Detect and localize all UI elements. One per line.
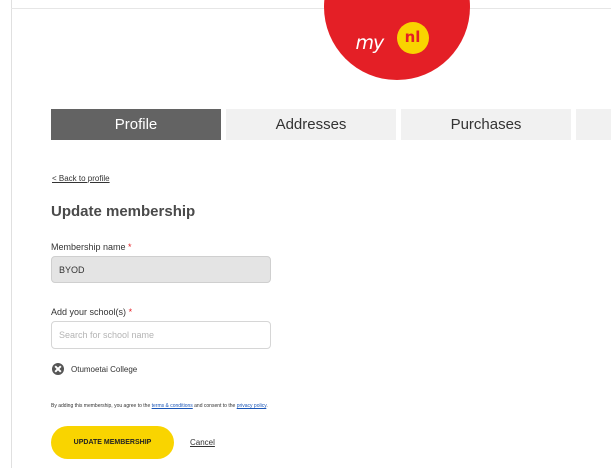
back-to-profile-link[interactable]: < Back to profile	[52, 174, 110, 183]
update-membership-button[interactable]: UPDATE MEMBERSHIP	[51, 426, 174, 459]
tab-purchases[interactable]: Purchases	[401, 109, 571, 140]
terms-link[interactable]: terms & conditions	[152, 403, 193, 409]
page-title: Update membership	[51, 203, 196, 220]
selected-school-item: Otumoetai College	[52, 363, 137, 375]
selected-school-name: Otumoetai College	[71, 364, 138, 374]
consent-text: By adding this membership, you agree to …	[51, 403, 268, 409]
add-school-label: Add your school(s) *	[51, 307, 133, 317]
page-frame-top	[11, 8, 611, 9]
remove-icon[interactable]	[52, 363, 64, 375]
tab-addresses[interactable]: Addresses	[226, 109, 396, 140]
required-mark: *	[128, 307, 133, 317]
required-mark: *	[128, 242, 132, 252]
brand-logo[interactable]: my nl	[323, 0, 470, 80]
school-search-input[interactable]	[51, 321, 271, 349]
page-frame-left	[11, 0, 12, 468]
membership-name-field[interactable]: BYOD	[51, 256, 271, 283]
tab-overflow[interactable]	[576, 109, 611, 140]
privacy-policy-link[interactable]: privacy policy	[237, 403, 267, 409]
logo-text: my	[355, 32, 385, 54]
tab-profile[interactable]: Profile	[51, 109, 221, 140]
membership-name-label: Membership name *	[51, 242, 132, 252]
logo-badge-text: nl	[404, 28, 421, 46]
profile-tabs: Profile Addresses Purchases	[51, 109, 611, 140]
logo-badge-icon: nl	[396, 22, 429, 54]
cancel-link[interactable]: Cancel	[190, 438, 215, 447]
